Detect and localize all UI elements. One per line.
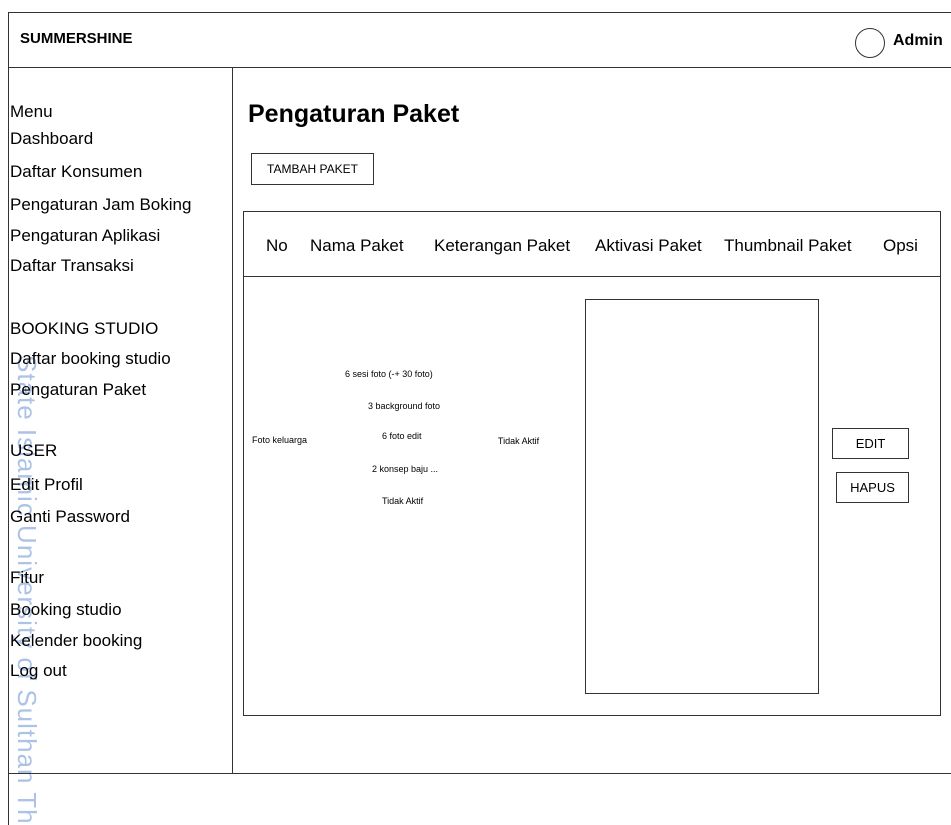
delete-button[interactable]: HAPUS: [836, 472, 909, 503]
sidebar-heading-booking-studio: BOOKING STUDIO: [10, 319, 159, 338]
brand-logo-text[interactable]: SUMMERSHINE: [20, 30, 133, 47]
package-thumbnail: [585, 299, 819, 694]
column-header-thumbnail-paket: Thumbnail Paket: [724, 236, 852, 255]
column-header-no: No: [266, 236, 288, 255]
add-package-button[interactable]: TAMBAH PAKET: [251, 153, 374, 185]
sidebar-item-edit-profil[interactable]: Edit Profil: [10, 475, 83, 495]
sidebar-item-pengaturan-aplikasi[interactable]: Pengaturan Aplikasi: [10, 226, 160, 246]
description-line: 2 konsep baju ...: [372, 464, 439, 474]
sidebar-item-daftar-konsumen[interactable]: Daftar Konsumen: [10, 162, 142, 182]
page-title: Pengaturan Paket: [248, 100, 460, 128]
description-line: 6 sesi foto (-+ 30 foto): [345, 369, 433, 379]
column-header-aktivasi-paket: Aktivasi Paket: [595, 236, 702, 255]
activation-status: Tidak Aktif: [497, 436, 540, 446]
package-name: Foto keluarga: [251, 435, 307, 445]
column-header-opsi: Opsi: [883, 236, 918, 255]
sidebar-item-pengaturan-jam-boking[interactable]: Pengaturan Jam Boking: [10, 195, 191, 215]
footer-divider: [8, 773, 951, 774]
edit-button[interactable]: EDIT: [832, 428, 909, 459]
user-name[interactable]: Admin: [893, 32, 943, 50]
sidebar-heading-fitur: Fitur: [10, 568, 44, 587]
column-header-nama-paket: Nama Paket: [310, 236, 404, 255]
package-name-cell: Foto keluarga: [243, 431, 307, 449]
sidebar-heading-user: USER: [10, 441, 58, 460]
description-line: Tidak Aktif: [382, 496, 424, 506]
sidebar-item-daftar-booking-studio[interactable]: Daftar booking studio: [10, 349, 171, 369]
sidebar-item-ganti-password[interactable]: Ganti Password: [10, 507, 130, 527]
sidebar-item-booking-studio[interactable]: Booking studio: [10, 600, 122, 620]
sidebar: Menu Dashboard Daftar Konsumen Pengatura…: [8, 68, 233, 774]
top-bar: SUMMERSHINE Admin: [8, 12, 951, 68]
sidebar-item-log-out[interactable]: Log out: [10, 661, 67, 681]
column-header-keterangan-paket: Keterangan Paket: [434, 236, 571, 255]
activation-status-cell: Tidak Aktif: [476, 432, 561, 450]
user-avatar-icon[interactable]: [855, 28, 885, 58]
description-line: 6 foto edit: [382, 431, 422, 441]
sidebar-item-dashboard[interactable]: Dashboard: [10, 129, 93, 149]
table-header-divider: [243, 276, 941, 277]
description-line: 3 background foto: [368, 401, 441, 411]
sidebar-item-kelender-booking[interactable]: Kelender booking: [10, 631, 142, 651]
sidebar-item-pengaturan-paket[interactable]: Pengaturan Paket: [10, 380, 146, 400]
sidebar-heading-menu: Menu: [10, 102, 53, 121]
sidebar-item-daftar-transaksi[interactable]: Daftar Transaksi: [10, 256, 134, 276]
